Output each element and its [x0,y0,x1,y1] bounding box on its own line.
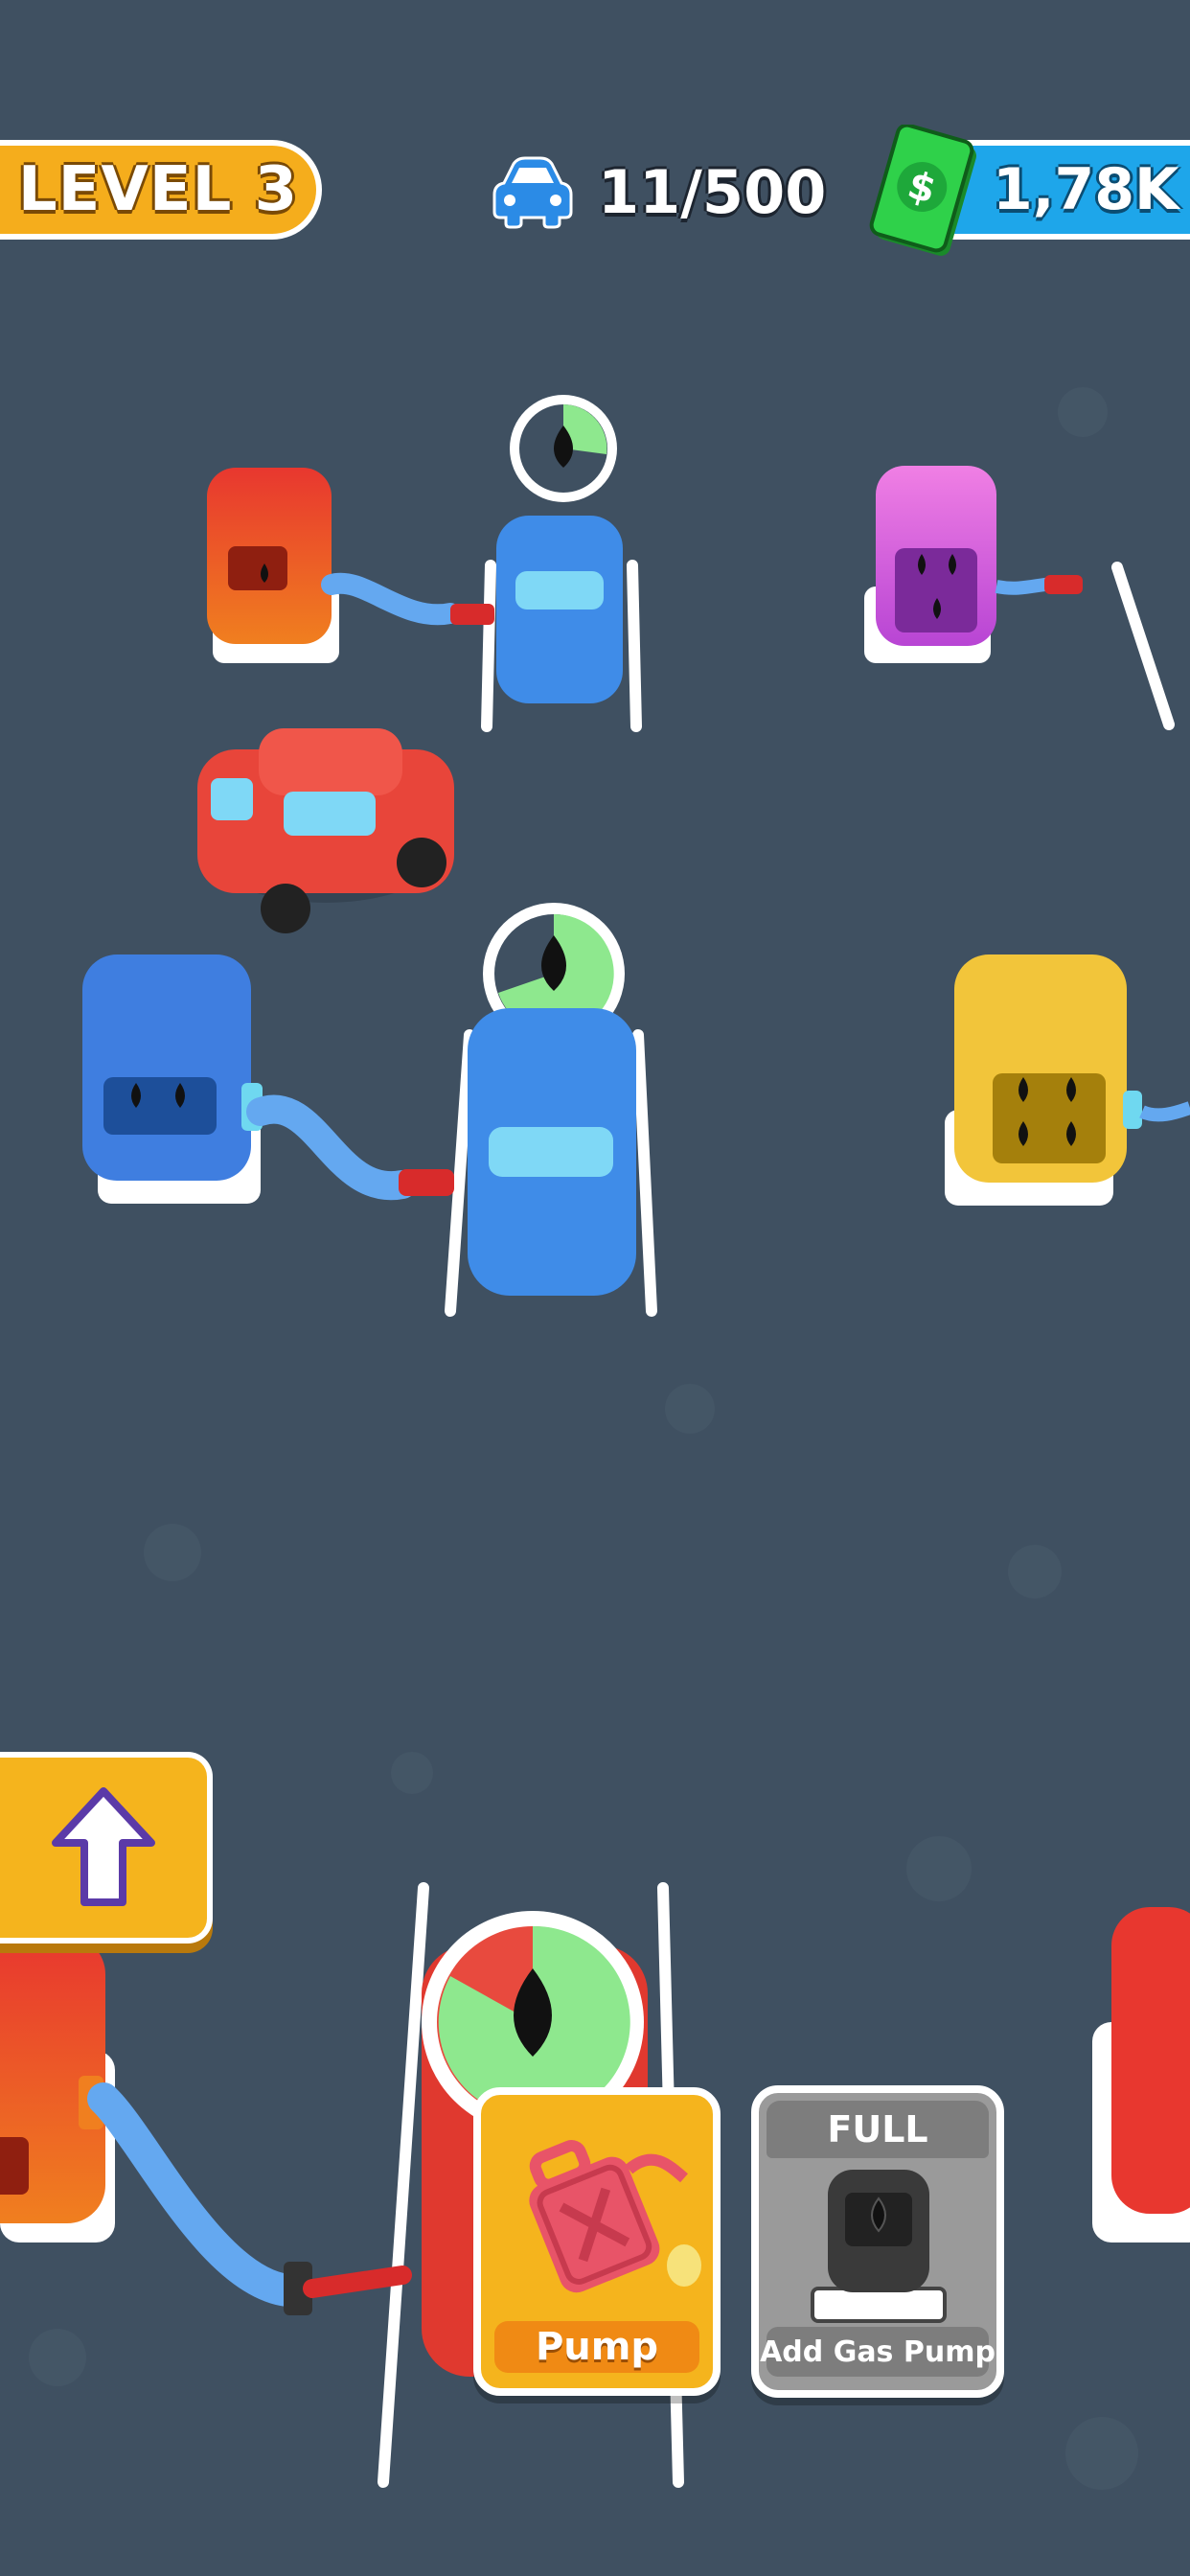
pump-button[interactable]: Pump [473,2087,721,2396]
upgrade-button[interactable] [0,1752,213,1944]
gas-pump-red [207,468,494,663]
arrow-up-icon [52,1787,155,1906]
gas-pump-yellow [945,954,1190,1206]
full-status-label: FULL [767,2101,989,2158]
level-indicator: LEVEL 3 [0,140,322,240]
gas-pump-red-bottom [0,1936,412,2315]
car-red [197,728,454,933]
level-label: LEVEL 3 [17,154,299,225]
add-gas-pump-button[interactable]: FULL Add Gas Pump [751,2085,1004,2398]
cars-counter: 11/500 [491,146,826,238]
add-gas-pump-label: Add Gas Pump [760,2327,995,2377]
money-amount: 1,78K [993,156,1179,223]
gas-pump-right-edge [1092,1907,1190,2242]
gas-pump-icon [811,2170,947,2323]
gas-can-icon [529,2140,701,2293]
gas-pump-purple [864,466,1083,663]
cars-served-count: 11/500 [598,156,827,227]
fuel-gauge-1 [510,395,617,502]
gas-pump-blue [82,954,454,1204]
car-blue-top [496,516,623,703]
car-blue-middle [468,1008,636,1296]
pump-label: Pump [494,2321,699,2373]
dollar-bill-icon: $ [869,125,976,256]
car-icon [492,156,573,229]
